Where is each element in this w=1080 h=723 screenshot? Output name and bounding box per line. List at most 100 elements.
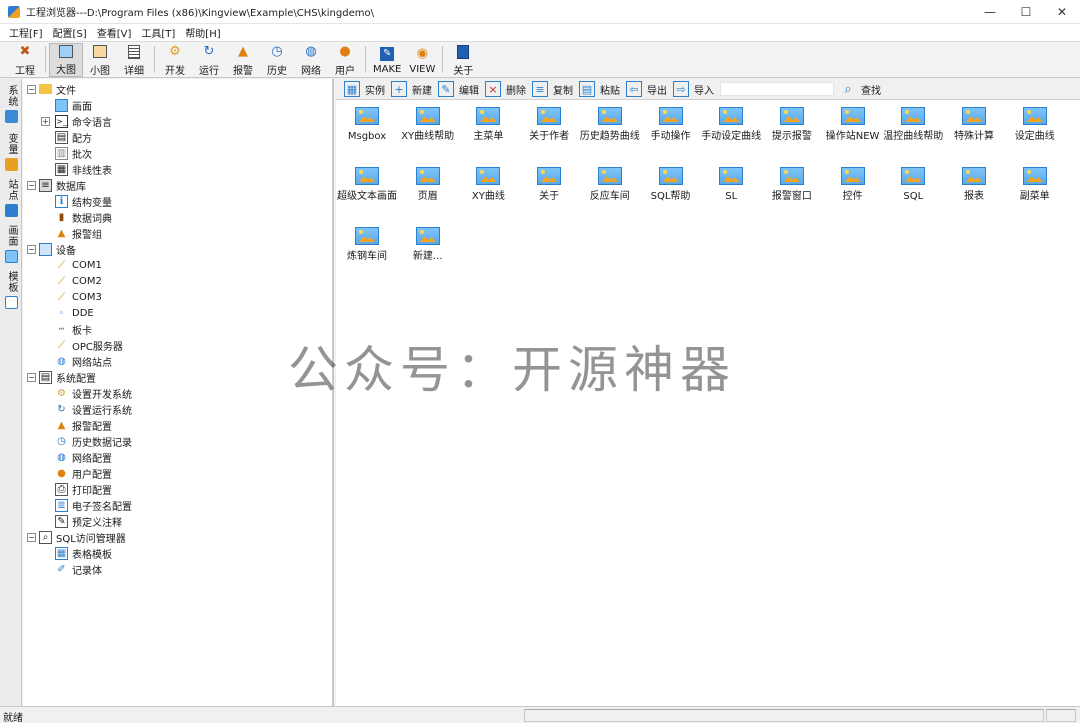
menu-project[interactable]: 工程[F]: [4, 25, 48, 40]
large-icons-button[interactable]: 大图: [49, 43, 83, 77]
tree-node-dde[interactable]: ◦ DDE: [55, 305, 94, 321]
tree-node-command-language[interactable]: + >_ 命令语言: [41, 113, 112, 129]
menu-help[interactable]: 帮助[H]: [180, 25, 225, 40]
edit-button[interactable]: ✎ 编辑: [438, 81, 479, 97]
new-button[interactable]: + 新建: [391, 81, 432, 97]
collapse-toggle[interactable]: −: [27, 84, 36, 94]
tree-node-record[interactable]: ✐ 记录体: [55, 561, 102, 577]
screen-item[interactable]: 提示报警: [761, 107, 823, 143]
tree-node-struct-var[interactable]: ℹ 结构变量: [55, 193, 112, 209]
tab-system[interactable]: 系统: [2, 85, 20, 123]
tree-node-net-station[interactable]: ◍ 网络站点: [55, 353, 112, 369]
tree-node-database[interactable]: − ≡ 数据库: [27, 177, 86, 193]
small-icons-button[interactable]: 小图: [83, 43, 117, 77]
tree-node-history-log[interactable]: ◷ 历史数据记录: [55, 433, 132, 449]
screen-item[interactable]: 温控曲线帮助: [882, 107, 944, 143]
find-button[interactable]: ⌕ 查找: [840, 81, 881, 97]
project-button[interactable]: ✖ 工程: [8, 43, 42, 77]
tree-node-device[interactable]: − 设备: [27, 241, 76, 257]
screen-item[interactable]: 页眉: [397, 167, 459, 203]
screen-item[interactable]: SL: [700, 167, 762, 203]
tree-node-com1[interactable]: ⟋ COM1: [55, 257, 102, 273]
screen-item[interactable]: 副菜单: [1004, 167, 1066, 203]
tree-node-data-dict[interactable]: ▮ 数据词典: [55, 209, 112, 225]
collapse-toggle[interactable]: −: [27, 180, 36, 190]
copy-button[interactable]: ≡ 复制: [532, 81, 573, 97]
tree-node-opc[interactable]: ⟋ OPC服务器: [55, 337, 123, 353]
delete-button[interactable]: × 删除: [485, 81, 526, 97]
screen-item[interactable]: 手动操作: [640, 107, 702, 143]
size-grip[interactable]: [1046, 709, 1076, 722]
screen-item[interactable]: XY曲线: [457, 167, 519, 203]
screen-item[interactable]: 控件: [822, 167, 884, 203]
tree-node-table-template[interactable]: ▦ 表格模板: [55, 545, 112, 561]
tab-variables[interactable]: 变量: [2, 133, 20, 171]
tree-node-sys-config[interactable]: − ▤ 系统配置: [27, 369, 96, 385]
tree-node-set-run[interactable]: ↻ 设置运行系统: [55, 401, 132, 417]
tree-node-recipe[interactable]: ▤ 配方: [55, 129, 92, 145]
tree-node-alarm-config[interactable]: ▲ 报警配置: [55, 417, 112, 433]
alarm-button[interactable]: ▲ 报警: [226, 43, 260, 77]
tab-templates[interactable]: 模板: [2, 271, 20, 309]
collapse-toggle[interactable]: −: [27, 244, 36, 254]
user-button[interactable]: ● 用户: [328, 43, 362, 77]
screen-item[interactable]: 超级文本画面: [336, 167, 398, 203]
view-button[interactable]: ◉ VIEW: [405, 43, 439, 77]
tree-node-nonlinear[interactable]: ▦ 非线性表: [55, 161, 112, 177]
make-button[interactable]: ✎ MAKE: [369, 43, 405, 77]
screen-item[interactable]: 新建...: [397, 227, 459, 263]
tree-node-com2[interactable]: ⟋ COM2: [55, 273, 102, 289]
tree-node-net-config[interactable]: ◍ 网络配置: [55, 449, 112, 465]
maximize-button[interactable]: ☐: [1008, 0, 1044, 24]
collapse-toggle[interactable]: −: [27, 532, 36, 542]
screen-item[interactable]: 手动设定曲线: [700, 107, 762, 143]
close-button[interactable]: ✕: [1044, 0, 1080, 24]
run-button[interactable]: ↻ 运行: [192, 43, 226, 77]
tree-node-board[interactable]: ┅ 板卡: [55, 321, 92, 337]
tree-node-file[interactable]: − 文件: [27, 81, 76, 97]
about-button[interactable]: 关于: [446, 43, 480, 77]
network-button[interactable]: ◍ 网络: [294, 43, 328, 77]
screen-item[interactable]: 关于作者: [518, 107, 580, 143]
screen-item[interactable]: 特殊计算: [943, 107, 1005, 143]
details-button[interactable]: 详细: [117, 43, 151, 77]
tree-node-sql-manager[interactable]: − ⌕ SQL访问管理器: [27, 529, 126, 545]
screen-item[interactable]: 设定曲线: [1004, 107, 1066, 143]
screen-item[interactable]: 炼钢车间: [336, 227, 398, 263]
tree-node-custom-note[interactable]: ✎ 预定义注释: [55, 513, 122, 529]
minimize-button[interactable]: —: [972, 0, 1008, 24]
screen-item[interactable]: 主菜单: [457, 107, 519, 143]
develop-button[interactable]: ⚙ 开发: [158, 43, 192, 77]
screen-item[interactable]: 关于: [518, 167, 580, 203]
tree-node-user-config[interactable]: ● 用户配置: [55, 465, 112, 481]
collapse-toggle[interactable]: −: [27, 372, 36, 382]
screen-item[interactable]: SQL: [882, 167, 944, 203]
export-button[interactable]: ⇦ 导出: [626, 81, 667, 97]
tree-node-alarm-group[interactable]: ▲ 报警组: [55, 225, 102, 241]
screen-item[interactable]: XY曲线帮助: [397, 107, 459, 143]
screen-item[interactable]: 反应车间: [579, 167, 641, 203]
tab-stations[interactable]: 站点: [2, 179, 20, 217]
screen-item[interactable]: 报警窗口: [761, 167, 823, 203]
tree-node-batch[interactable]: ▥ 批次: [55, 145, 92, 161]
tree-node-com3[interactable]: ⟋ COM3: [55, 289, 102, 305]
screen-item[interactable]: Msgbox: [336, 107, 398, 143]
instance-button[interactable]: ▦ 实例: [344, 81, 385, 97]
screen-item[interactable]: 历史趋势曲线: [579, 107, 641, 143]
menu-view[interactable]: 查看[V]: [92, 25, 137, 40]
screen-item[interactable]: SQL帮助: [640, 167, 702, 203]
tree-node-screen[interactable]: 画面: [55, 97, 92, 113]
tab-screens[interactable]: 画面: [2, 225, 20, 263]
menu-config[interactable]: 配置[S]: [48, 25, 92, 40]
search-input[interactable]: [720, 82, 834, 96]
screen-item[interactable]: 报表: [943, 167, 1005, 203]
expand-toggle[interactable]: +: [41, 116, 50, 126]
import-button[interactable]: ⇨ 导入: [673, 81, 714, 97]
tree-node-esign-config[interactable]: ≣ 电子签名配置: [55, 497, 132, 513]
screen-item[interactable]: 操作站NEW: [822, 107, 884, 143]
tree-node-print-config[interactable]: ⎙ 打印配置: [55, 481, 112, 497]
menu-tools[interactable]: 工具[T]: [136, 25, 180, 40]
tree-node-set-dev[interactable]: ⚙ 设置开发系统: [55, 385, 132, 401]
history-button[interactable]: ◷ 历史: [260, 43, 294, 77]
paste-button[interactable]: ▤ 粘贴: [579, 81, 620, 97]
